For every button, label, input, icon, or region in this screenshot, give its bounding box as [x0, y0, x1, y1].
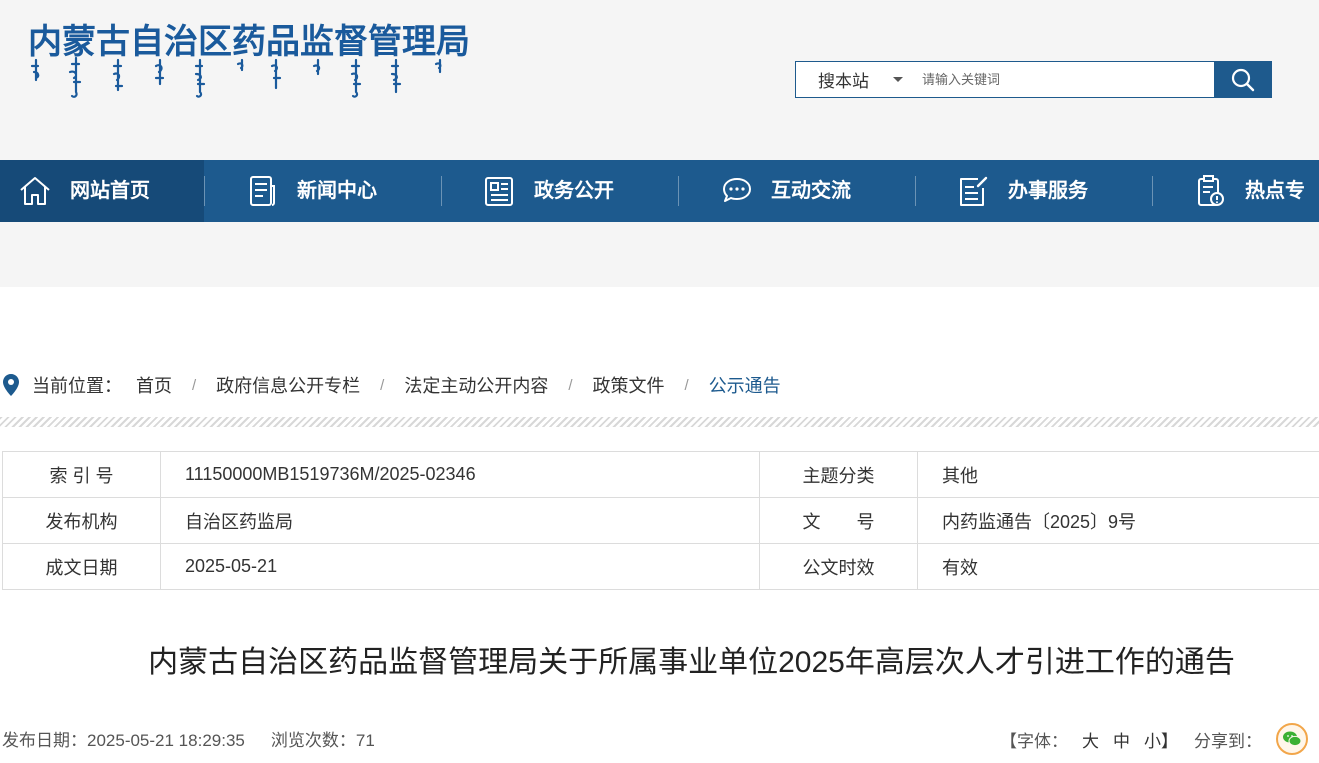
- info-value: 有效: [917, 543, 1319, 590]
- breadcrumb-separator: /: [192, 376, 197, 394]
- article-title: 内蒙古自治区药品监督管理局关于所属事业单位2025年高层次人才引进工作的通告: [148, 646, 1235, 679]
- search-icon: [1231, 68, 1255, 91]
- info-value: 内药监通告〔2025〕9号: [917, 497, 1319, 544]
- document-info-table: 索 引 号 11150000MB1519736M/2025-02346 主题分类…: [2, 451, 1319, 590]
- table-row: 发布机构 自治区药监局 文 号 内药监通告〔2025〕9号: [2, 497, 1319, 544]
- hatched-divider: [0, 417, 1319, 427]
- nav-item-label: 网站首页: [70, 180, 150, 202]
- nav-item-label: 互动交流: [771, 180, 851, 202]
- breadcrumb-separator: /: [568, 376, 573, 394]
- info-key: 公文时效: [759, 543, 918, 590]
- info-value: 其他: [917, 451, 1319, 498]
- info-value: 2025-05-21: [160, 543, 760, 590]
- nav-item-label: 热点专: [1245, 180, 1305, 202]
- info-key: 索 引 号: [2, 451, 161, 498]
- breadcrumb-statutory[interactable]: 法定主动公开内容: [404, 372, 548, 398]
- breadcrumb-separator: /: [380, 376, 385, 394]
- search-button[interactable]: [1214, 61, 1272, 98]
- clipboard-alert-icon: [1198, 175, 1224, 206]
- caret-down-icon: [893, 77, 903, 82]
- font-size-large-button[interactable]: 大: [1082, 727, 1099, 752]
- banner-strip: [0, 222, 1319, 287]
- info-key: 成文日期: [2, 543, 161, 590]
- table-row: 成文日期 2025-05-21 公文时效 有效: [2, 543, 1319, 590]
- info-key: 主题分类: [759, 451, 918, 498]
- article-tools: 【字体： 大 中 小】 分享到：: [1000, 722, 1319, 756]
- document-icon: [485, 177, 513, 206]
- nav-item-interaction[interactable]: 互动交流: [679, 160, 915, 222]
- breadcrumb: 当前位置： 首页 / 政府信息公开专栏 / 法定主动公开内容 / 政策文件 / …: [0, 370, 781, 400]
- nav-item-news[interactable]: 新闻中心: [205, 160, 441, 222]
- nav-item-hot-topics[interactable]: 热点专: [1153, 160, 1319, 222]
- location-pin-icon: [3, 374, 19, 396]
- view-count-label: 浏览次数：: [270, 731, 356, 750]
- chat-icon: [723, 178, 751, 202]
- nav-item-label: 政务公开: [534, 180, 614, 202]
- font-size-small-button[interactable]: 小】: [1144, 727, 1178, 752]
- info-key: 文 号: [759, 497, 918, 544]
- nav-item-services[interactable]: 办事服务: [916, 160, 1152, 222]
- mongolian-script-logo: [30, 56, 442, 98]
- breadcrumb-current[interactable]: 公示通告: [709, 372, 781, 398]
- breadcrumb-policy[interactable]: 政策文件: [593, 372, 665, 398]
- search-box: 搜本站: [795, 61, 1272, 98]
- breadcrumb-home[interactable]: 首页: [136, 372, 172, 398]
- newspaper-icon: [250, 176, 275, 206]
- nav-item-label: 新闻中心: [297, 180, 377, 202]
- breadcrumb-label: 当前位置：: [32, 376, 122, 396]
- publish-date-value: 2025-05-21 18:29:35: [87, 731, 245, 750]
- wechat-icon: [1283, 731, 1302, 747]
- nav-item-gov-affairs[interactable]: 政务公开: [442, 160, 678, 222]
- font-size-medium-button[interactable]: 中: [1113, 727, 1130, 752]
- breadcrumb-separator: /: [684, 376, 689, 394]
- article-meta: 发布日期：2025-05-21 18:29:35 浏览次数：71: [2, 726, 375, 751]
- search-scope-label: 搜本站: [818, 72, 869, 91]
- breadcrumb-gov-info[interactable]: 政府信息公开专栏: [216, 372, 360, 398]
- info-value: 11150000MB1519736M/2025-02346: [160, 451, 760, 498]
- info-key: 发布机构: [2, 497, 161, 544]
- main-nav: 网站首页 新闻中心 政务公开 互动交流 办事服务 热点专: [0, 160, 1319, 222]
- table-row: 索 引 号 11150000MB1519736M/2025-02346 主题分类…: [2, 451, 1319, 498]
- home-icon: [20, 177, 50, 205]
- nav-item-home[interactable]: 网站首页: [0, 160, 204, 222]
- search-input[interactable]: [922, 62, 1212, 97]
- view-count-value: 71: [355, 731, 375, 750]
- publish-date-label: 发布日期：: [2, 731, 87, 750]
- edit-form-icon: [960, 176, 988, 206]
- font-size-label: 【字体：: [1000, 731, 1068, 751]
- share-label: 分享到：: [1194, 731, 1262, 751]
- site-header: 内蒙古自治区药品监督管理局 搜本站: [0, 0, 1319, 160]
- wechat-share-button[interactable]: [1276, 723, 1308, 755]
- nav-item-label: 办事服务: [1008, 180, 1088, 202]
- info-value: 自治区药监局: [160, 497, 760, 544]
